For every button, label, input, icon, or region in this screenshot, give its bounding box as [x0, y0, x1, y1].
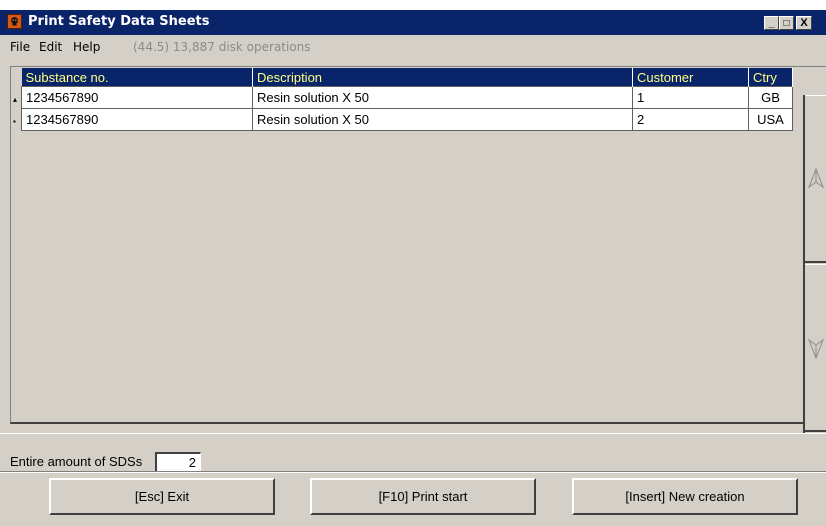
- cell-description[interactable]: Resin solution X 50: [252, 86, 633, 109]
- maximize-button[interactable]: □: [779, 16, 794, 30]
- vertical-scroll-panel: [803, 95, 826, 433]
- column-header-substance-no[interactable]: Substance no.: [21, 68, 253, 87]
- minimize-button[interactable]: _: [764, 16, 779, 30]
- print-start-button-label: [F10] Print start: [378, 489, 468, 504]
- table-row[interactable]: 1234567890 Resin solution X 50 2 USA: [21, 108, 793, 131]
- cell-ctry[interactable]: USA: [748, 108, 793, 131]
- cell-substance-no[interactable]: 1234567890: [21, 86, 253, 109]
- arrow-up-outline-icon: [807, 167, 824, 188]
- print-start-button[interactable]: [F10] Print start: [310, 478, 536, 515]
- title-bar: Print Safety Data Sheets _ □ X: [0, 10, 826, 35]
- new-creation-button-label: [Insert] New creation: [625, 489, 745, 504]
- exit-button[interactable]: [Esc] Exit: [49, 478, 275, 515]
- current-row-marker-icon: ▪: [13, 117, 16, 126]
- separator: [0, 471, 826, 473]
- cell-description[interactable]: Resin solution X 50: [252, 108, 633, 131]
- hazard-skull-icon[interactable]: [7, 14, 22, 29]
- row-marker-icon: ▴: [13, 95, 18, 104]
- arrow-down-outline-icon: [807, 338, 824, 359]
- menu-edit[interactable]: Edit: [39, 40, 62, 54]
- exit-button-label: [Esc] Exit: [134, 489, 190, 504]
- column-header-ctry[interactable]: Ctry: [748, 68, 793, 87]
- cell-substance-no[interactable]: 1234567890: [21, 108, 253, 131]
- sds-table: Substance no. Description Customer Ctry …: [21, 68, 793, 131]
- scroll-up-button[interactable]: [805, 95, 826, 263]
- sds-count-field[interactable]: 2: [155, 452, 201, 473]
- table-header-row: Substance no. Description Customer Ctry: [21, 68, 793, 87]
- column-header-customer[interactable]: Customer: [632, 68, 749, 87]
- table-row[interactable]: 1234567890 Resin solution X 50 1 GB: [21, 86, 793, 109]
- disk-operations-status: (44.5) 13,887 disk operations: [133, 40, 311, 54]
- scroll-down-button[interactable]: [805, 264, 826, 432]
- sds-count-label: Entire amount of SDSs: [10, 454, 143, 469]
- new-creation-button[interactable]: [Insert] New creation: [572, 478, 798, 515]
- menu-bar: File Edit Help (44.5) 13,887 disk operat…: [0, 35, 826, 59]
- close-button[interactable]: X: [796, 16, 812, 30]
- column-header-description[interactable]: Description: [252, 68, 633, 87]
- cell-customer[interactable]: 2: [632, 108, 749, 131]
- cell-customer[interactable]: 1: [632, 86, 749, 109]
- window-title: Print Safety Data Sheets: [28, 14, 210, 29]
- cell-ctry[interactable]: GB: [748, 86, 793, 109]
- menu-file[interactable]: File: [10, 40, 30, 54]
- menu-help[interactable]: Help: [73, 40, 100, 54]
